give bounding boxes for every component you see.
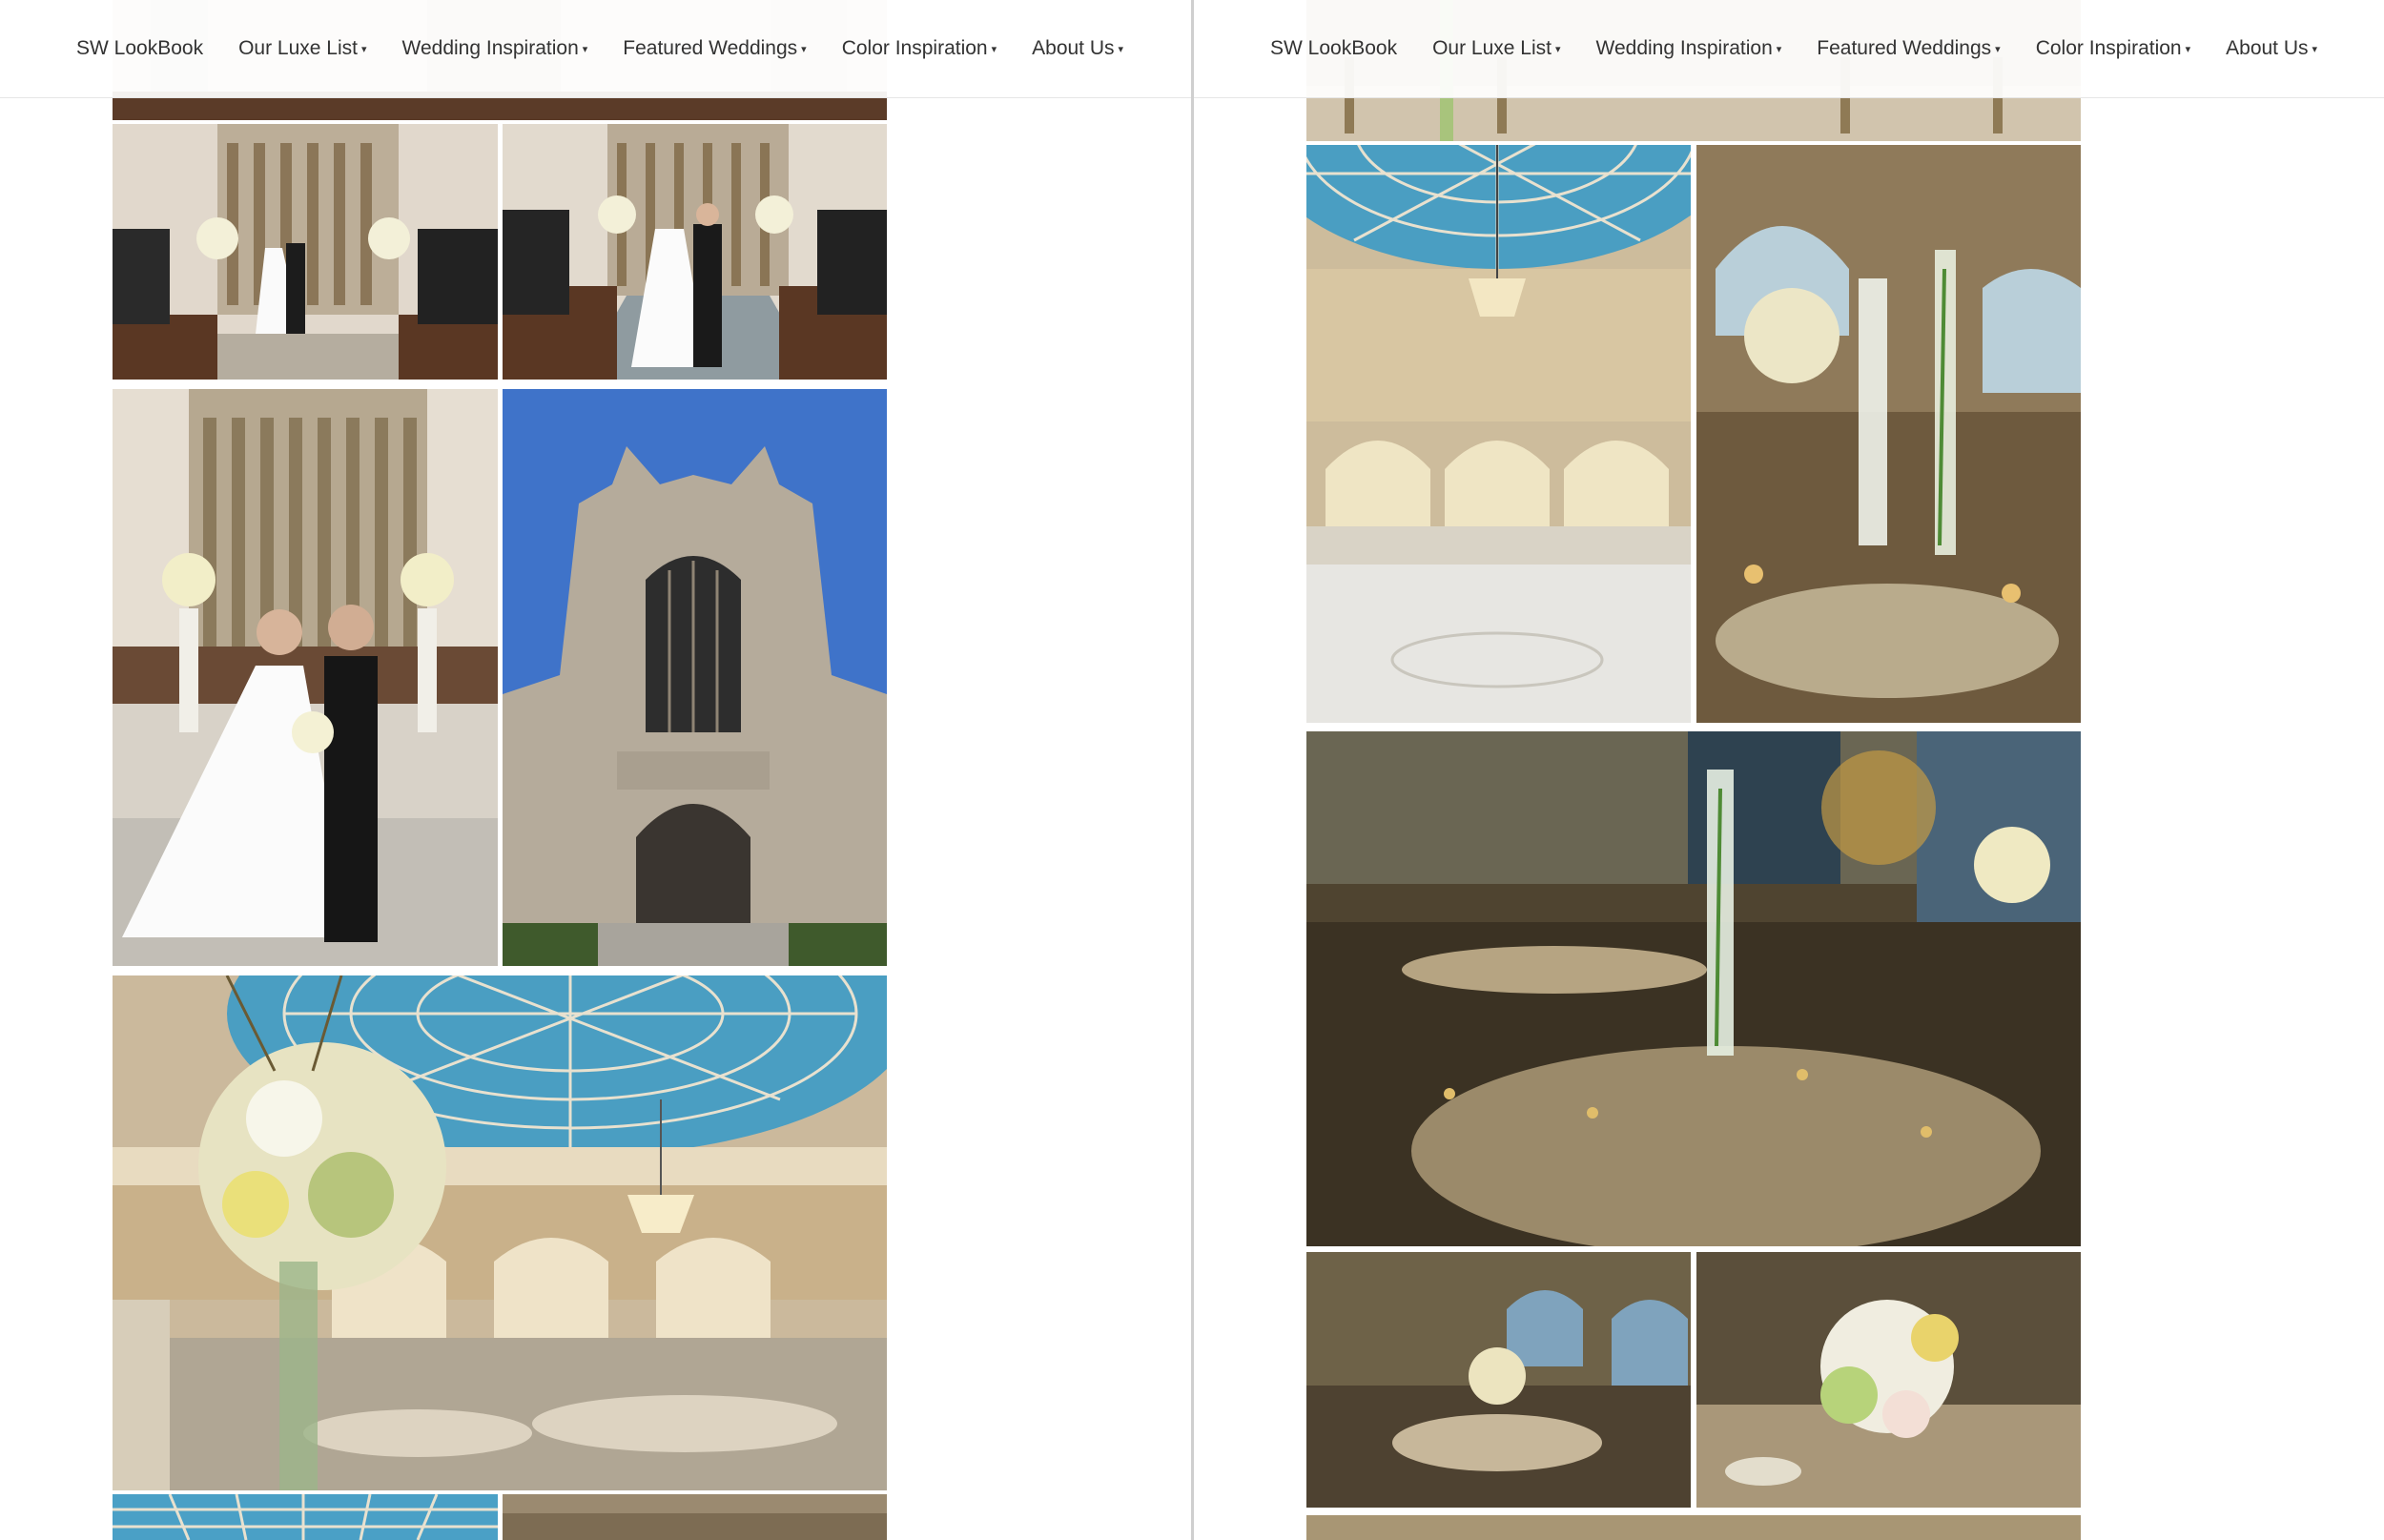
nav-label: Wedding Inspiration — [1595, 37, 1773, 59]
nav-label: Wedding Inspiration — [401, 37, 579, 59]
gallery-photo-ceremony-kiss[interactable] — [113, 124, 498, 380]
chapel-exterior-image — [503, 389, 887, 966]
nav-label: SW LookBook — [1270, 37, 1398, 59]
dome-partial-image — [113, 1494, 498, 1540]
caret-down-icon: ▾ — [2312, 43, 2318, 55]
nav-label: Our Luxe List — [1432, 37, 1552, 59]
nav-label: Featured Weddings — [623, 37, 798, 59]
nav-item-wedding-inspiration[interactable]: Wedding Inspiration ▾ — [1596, 37, 1782, 60]
couple-portrait-image — [113, 389, 498, 966]
nav-label: SW LookBook — [76, 37, 204, 59]
nav-label: About Us — [1032, 37, 1115, 59]
gallery-photo-rotunda-reception[interactable] — [113, 975, 887, 1490]
caret-down-icon: ▾ — [582, 43, 588, 55]
nav-item-featured-weddings[interactable]: Featured Weddings ▾ — [1817, 37, 2000, 60]
bottom-partial-image — [1306, 1515, 2081, 1540]
hall-wide-image — [1306, 1252, 1691, 1508]
caret-down-icon: ▾ — [1995, 43, 2001, 55]
caret-down-icon: ▾ — [1118, 43, 1124, 55]
site-navbar: SW LookBook Our Luxe List ▾ Wedding Inspi… — [1194, 0, 2384, 98]
nav-menu: SW LookBook Our Luxe List ▾ Wedding Inspi… — [1270, 37, 2353, 60]
site-navbar: SW LookBook Our Luxe List ▾ Wedding Inspi… — [0, 0, 1191, 98]
nav-item-sw-lookbook[interactable]: SW LookBook — [1270, 37, 1397, 60]
nav-item-sw-lookbook[interactable]: SW LookBook — [76, 37, 203, 60]
ceremony-kiss-image — [113, 124, 498, 380]
floral-centerpiece-image — [1696, 1252, 2081, 1508]
nav-label: Featured Weddings — [1817, 37, 1992, 59]
nav-label: Our Luxe List — [238, 37, 358, 59]
gallery-photo-recessional[interactable] — [503, 124, 887, 380]
right-browser-page: SW LookBook Our Luxe List ▾ Wedding Inspi… — [1194, 0, 2384, 1540]
gallery-photo-bottom-partial[interactable] — [1306, 1515, 2081, 1540]
dome-hall-image — [1306, 145, 1691, 723]
nav-label: Color Inspiration — [2035, 37, 2182, 59]
caret-down-icon: ▾ — [360, 43, 367, 55]
gallery-photo-couple-portrait[interactable] — [113, 389, 498, 966]
nav-item-our-luxe-list[interactable]: Our Luxe List ▾ — [1432, 37, 1560, 60]
nav-item-about-us[interactable]: About Us ▾ — [1032, 37, 1123, 60]
caret-down-icon: ▾ — [801, 43, 807, 55]
gallery-photo-chapel-exterior[interactable] — [503, 389, 887, 966]
caret-down-icon: ▾ — [991, 43, 997, 55]
nav-label: Color Inspiration — [841, 37, 988, 59]
gallery-photo-hall-partial[interactable] — [503, 1494, 887, 1540]
caret-down-icon: ▾ — [2185, 43, 2191, 55]
nav-item-wedding-inspiration[interactable]: Wedding Inspiration ▾ — [402, 37, 588, 60]
nav-item-color-inspiration[interactable]: Color Inspiration ▾ — [842, 37, 997, 60]
gallery-photo-floral-centerpiece[interactable] — [1696, 1252, 2081, 1508]
nav-label: About Us — [2226, 37, 2309, 59]
nav-item-featured-weddings[interactable]: Featured Weddings ▾ — [623, 37, 806, 60]
recessional-image — [503, 124, 887, 380]
caret-down-icon: ▾ — [1554, 43, 1561, 55]
centerpiece-tall-image — [1696, 145, 2081, 723]
left-browser-page: SW LookBook Our Luxe List ▾ Wedding Inspi… — [0, 0, 1191, 1540]
gallery-photo-hall-wide[interactable] — [1306, 1252, 1691, 1508]
reception-tables-image — [1306, 731, 2081, 1246]
hall-partial-image — [503, 1494, 887, 1540]
nav-item-our-luxe-list[interactable]: Our Luxe List ▾ — [238, 37, 366, 60]
caret-down-icon: ▾ — [1776, 43, 1782, 55]
rotunda-reception-image — [113, 975, 887, 1490]
gallery-photo-dome-partial[interactable] — [113, 1494, 498, 1540]
gallery-photo-centerpiece-tall[interactable] — [1696, 145, 2081, 723]
gallery-photo-reception-tables[interactable] — [1306, 731, 2081, 1246]
nav-item-about-us[interactable]: About Us ▾ — [2226, 37, 2317, 60]
nav-item-color-inspiration[interactable]: Color Inspiration ▾ — [2036, 37, 2190, 60]
nav-menu: SW LookBook Our Luxe List ▾ Wedding Inspi… — [76, 37, 1159, 60]
gallery-photo-dome-hall[interactable] — [1306, 145, 1691, 723]
